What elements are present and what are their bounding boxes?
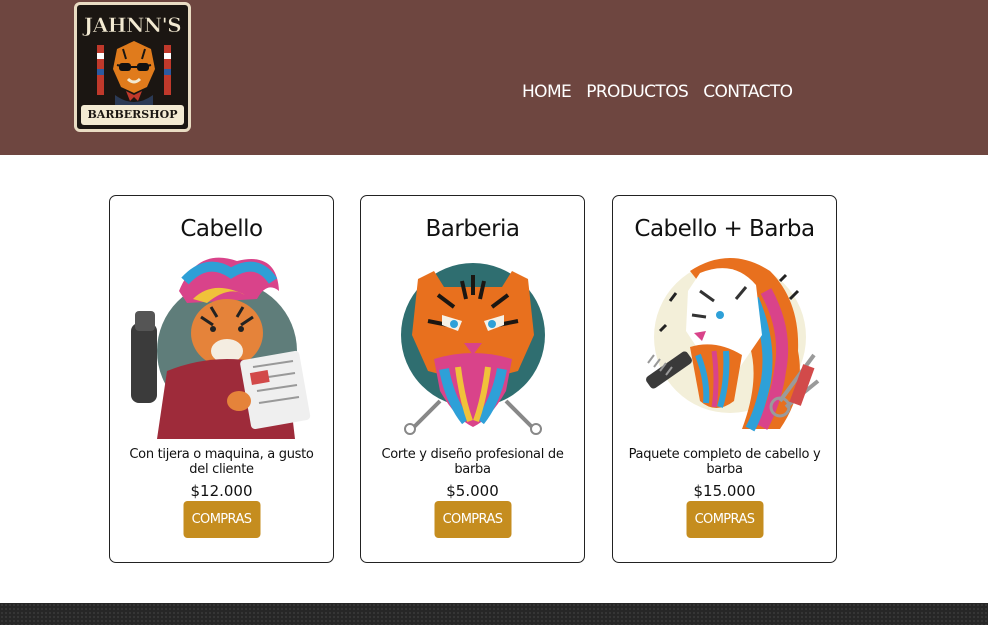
nav-productos-link[interactable]: PRODUCTOS (586, 80, 689, 104)
buy-button[interactable]: COMPRAS (183, 501, 260, 538)
product-description: Con tijera o maquina, a gusto del client… (129, 447, 314, 477)
product-title: Cabello + Barba (634, 216, 815, 242)
tiger-beard-illustration (401, 263, 545, 435)
product-price: $15.000 (693, 482, 756, 500)
tiger-logo-icon (97, 41, 171, 109)
tiger-haircut-illustration (131, 257, 311, 439)
product-description: Corte y diseño profesional de barba (381, 447, 564, 477)
product-description: Paquete completo de cabello y barba (628, 447, 821, 477)
product-card-barberia: Barberia Corte y diseño profesional de b… (360, 195, 585, 563)
product-price: $12.000 (190, 482, 253, 500)
product-title: Barberia (425, 216, 520, 242)
logo-tagline: BARBERSHOP (81, 105, 184, 125)
white-tiger-illustration (646, 258, 820, 432)
site-footer (0, 603, 988, 625)
nav-home-link[interactable]: HOME (522, 80, 572, 104)
buy-button[interactable]: COMPRAS (434, 501, 511, 538)
buy-button[interactable]: COMPRAS (686, 501, 763, 538)
product-card-cabello: Cabello Con tijera o maquina, a gusto de… (109, 195, 334, 563)
product-title: Cabello (180, 216, 263, 242)
product-price: $5.000 (446, 482, 499, 500)
site-header: JAHNN'S BARBERSHOP HOME PRODUCTOS CONTAC… (0, 0, 988, 155)
barbershop-logo[interactable]: JAHNN'S BARBERSHOP (74, 2, 191, 132)
logo-brand-name: JAHNN'S (83, 13, 182, 38)
main-nav: HOME PRODUCTOS CONTACTO (522, 80, 793, 104)
nav-contacto-link[interactable]: CONTACTO (703, 80, 793, 104)
product-card-cabello-barba: Cabello + Barba Paquete completo de cabe… (612, 195, 837, 563)
